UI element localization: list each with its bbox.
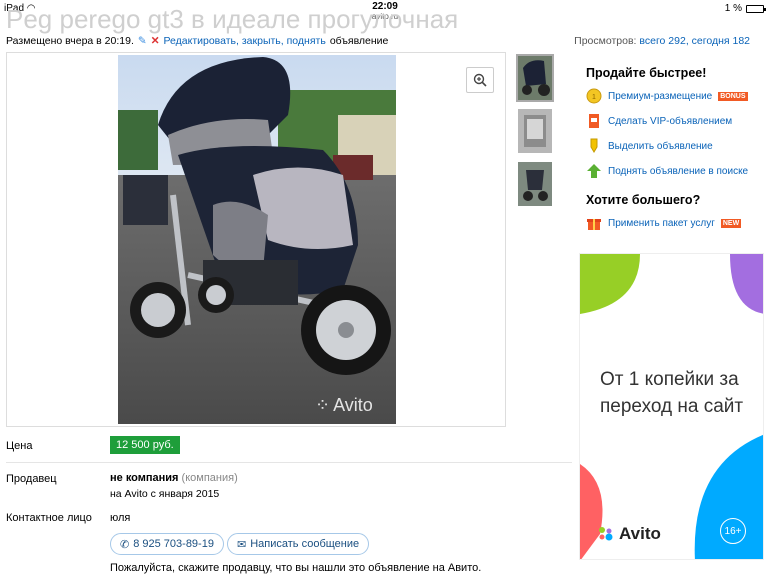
bonus-badge: BONUS [718,91,748,101]
phone-button[interactable]: ✆ 8 925 703-89-19 [110,533,224,555]
edit-suffix: объявление [329,35,389,47]
close-icon[interactable]: ✕ [151,35,160,47]
vip-option[interactable]: Сделать VIP-объявлением [586,113,766,129]
highlight-icon [590,138,598,153]
zoom-icon [473,73,487,87]
up-arrow-icon [587,164,601,178]
avito-logo-icon [599,527,613,541]
thumbnail-1[interactable] [516,54,554,102]
thumbnail-strip [516,54,558,213]
svg-text:1: 1 [592,94,596,101]
edit-link[interactable]: Редактировать, закрыть, поднять [164,35,326,47]
avito-dots-icon: ⁘ [315,395,331,415]
want-more-heading: Хотите большего? [586,193,701,207]
ad-banner[interactable]: От 1 копейки за переход на сайт Avito 16… [579,253,764,560]
price-label: Цена [6,440,33,452]
posted-date: Размещено вчера в 20:19. [6,35,134,47]
photo-watermark: ⁘ Avito [315,395,373,415]
listing-meta: Размещено вчера в 20:19. ✎ ✕ Редактирова… [6,35,388,47]
raise-option[interactable]: Поднять объявление в поиске [586,163,766,179]
price-value: 12 500 руб. [110,436,180,454]
avito-logo: Avito [597,524,661,544]
message-button[interactable]: ✉ Написать сообщение [227,533,370,555]
contact-name: юля [110,512,131,524]
pencil-icon[interactable]: ✎ [138,35,147,47]
vip-icon [589,114,599,128]
new-badge: NEW [720,218,742,228]
battery-status: 1 % [725,3,766,14]
envelope-icon: ✉ [237,538,247,551]
seller-notice: Пожалуйста, скажите продавцу, что вы наш… [110,562,482,574]
battery-icon [746,4,766,13]
seller-label: Продавец [6,473,57,485]
page-title: Peg perego gt3 в идеале прогулочная [6,4,459,34]
gift-icon [587,219,601,230]
stroller-photo [118,55,396,424]
zoom-button[interactable] [466,67,494,93]
package-option[interactable]: Применить пакет услуг NEW [586,215,766,231]
highlight-option[interactable]: Выделить объявление [586,138,766,154]
main-photo[interactable] [118,55,396,424]
thumbnail-2[interactable] [516,107,554,155]
contact-label: Контактное лицо [6,512,92,524]
sell-faster-heading: Продайте быстрее! [586,66,707,80]
promo-sidebar: Продайте быстрее! 1 Премиум-размещение B… [586,66,766,240]
divider [6,462,572,463]
thumbnail-3[interactable] [516,160,554,208]
phone-icon: ✆ [120,538,130,551]
views-counter: Просмотров: всего 292, сегодня 182 [574,35,750,47]
photo-gallery: ⁘ Avito [6,52,506,427]
seller-name: не компания (компания) [110,472,238,484]
premium-option[interactable]: 1 Премиум-размещение BONUS [586,88,766,104]
ad-text: От 1 копейки за переход на сайт [600,369,744,417]
seller-since: на Avito с января 2015 [110,488,220,500]
age-rating-badge: 16+ [720,518,746,544]
premium-coin-icon: 1 [586,88,602,104]
